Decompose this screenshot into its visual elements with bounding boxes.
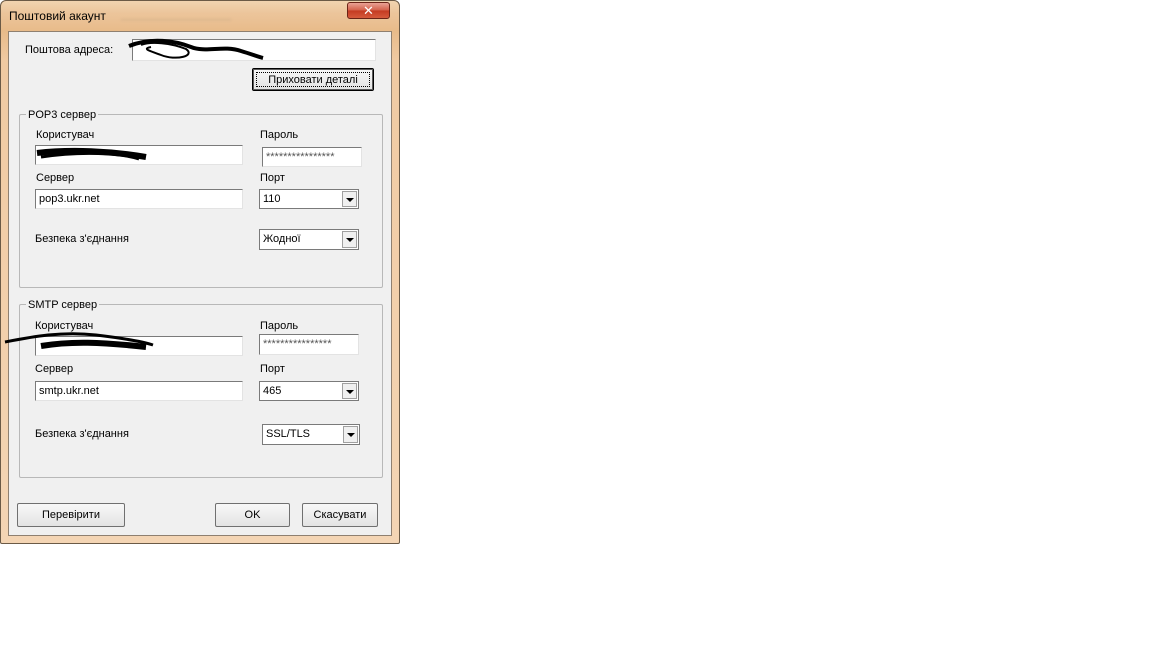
smtp-server-field[interactable]: smtp.ukr.net [35,381,243,401]
email-field[interactable] [132,39,376,61]
close-icon: ✕ [363,3,374,18]
smtp-security-label: Безпека з'єднання [35,428,129,440]
verify-label: Перевірити [42,509,100,521]
ok-label: OK [244,509,261,521]
pop3-security-select[interactable]: Жодної [259,229,359,250]
pop3-port-select[interactable]: 110 [259,189,359,209]
pop3-user-field[interactable] [35,145,243,165]
pop3-user-label: Користувач [36,129,95,141]
dialog-client-area: Поштова адреса: Приховати деталі POP3 се… [8,31,392,536]
smtp-security-value: SSL/TLS [266,428,311,440]
pop3-server-field[interactable]: pop3.ukr.net [35,189,243,209]
email-label: Поштова адреса: [25,44,114,56]
chevron-down-icon[interactable] [343,426,358,443]
pop3-port-value: 110 [263,193,281,205]
cancel-button[interactable]: Скасувати [302,503,378,527]
smtp-password-field[interactable]: **************** [259,334,359,355]
mail-account-dialog: Поштовий акаунт ______________________ ✕… [0,0,400,544]
smtp-user-field[interactable] [35,336,243,356]
hide-details-button[interactable]: Приховати деталі [252,68,374,91]
verify-button[interactable]: Перевірити [17,503,125,527]
smtp-port-label: Порт [260,363,285,375]
pop3-port-label: Порт [260,172,285,184]
title-bar[interactable]: Поштовий акаунт ______________________ ✕ [1,1,399,28]
pop3-security-value: Жодної [263,233,301,245]
chevron-down-icon[interactable] [342,231,357,248]
smtp-user-label: Користувач [35,320,94,332]
pop3-security-label: Безпека з'єднання [35,233,129,245]
smtp-port-select[interactable]: 465 [259,381,359,401]
blurred-title-text: ______________________ [121,10,232,20]
cancel-label: Скасувати [313,509,367,521]
smtp-port-value: 465 [263,385,282,397]
pop3-server-label: Сервер [36,172,75,184]
chevron-down-icon[interactable] [342,383,357,399]
close-button[interactable]: ✕ [347,2,390,19]
pop3-password-label: Пароль [260,129,299,141]
ok-button[interactable]: OK [215,503,290,527]
smtp-server-label: Сервер [35,363,74,375]
smtp-legend: SMTP сервер [26,299,100,311]
window-title: Поштовий акаунт [9,9,106,23]
pop3-password-field[interactable]: **************** [262,147,362,167]
pop3-legend: POP3 сервер [26,109,99,121]
smtp-password-label: Пароль [260,320,299,332]
chevron-down-icon[interactable] [342,191,357,207]
smtp-security-select[interactable]: SSL/TLS [262,424,360,445]
hide-details-label: Приховати деталі [268,73,358,86]
